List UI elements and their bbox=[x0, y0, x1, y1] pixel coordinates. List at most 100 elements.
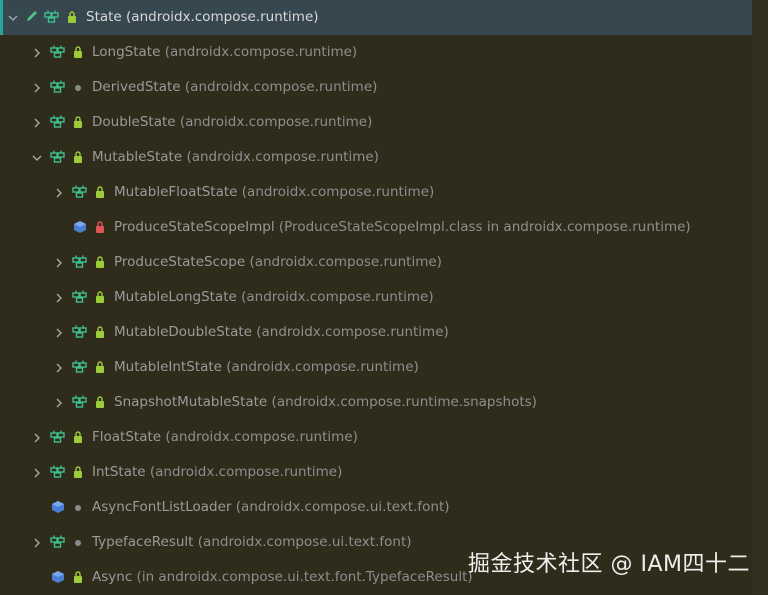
chevron-down-icon[interactable] bbox=[8, 11, 18, 21]
interface-icon bbox=[50, 430, 66, 444]
interface-icon bbox=[72, 290, 88, 304]
type-hierarchy-tree[interactable]: State (androidx.compose.runtime) LongStat… bbox=[0, 0, 752, 594]
tree-item-label: ProduceStateScopeImpl (ProduceStateScope… bbox=[114, 219, 691, 236]
tree-item-label: IntState (androidx.compose.runtime) bbox=[92, 464, 342, 481]
type-name: LongState bbox=[92, 44, 161, 60]
interface-icon bbox=[50, 465, 66, 479]
package-dot-icon bbox=[75, 505, 81, 511]
package-dot-icon bbox=[75, 85, 81, 91]
tree-item-label: AsyncFontListLoader (androidx.compose.ui… bbox=[92, 499, 450, 516]
chevron-right-icon[interactable] bbox=[54, 361, 64, 373]
interface-icon bbox=[72, 360, 88, 374]
class-icon bbox=[51, 570, 65, 584]
chevron-right-icon[interactable] bbox=[54, 186, 64, 198]
type-name: Async bbox=[92, 569, 133, 585]
chevron-down-icon[interactable] bbox=[32, 151, 42, 161]
chevron-right-icon[interactable] bbox=[32, 81, 42, 93]
public-lock-icon bbox=[67, 10, 77, 24]
type-name: SnapshotMutableState bbox=[114, 394, 268, 410]
tree-item-label: MutableLongState (androidx.compose.runti… bbox=[114, 289, 434, 306]
interface-icon bbox=[72, 185, 88, 199]
type-package: (androidx.compose.ui.text.font) bbox=[235, 499, 450, 515]
tree-item-label: Async (in androidx.compose.ui.text.font.… bbox=[92, 569, 473, 586]
public-lock-icon bbox=[95, 290, 105, 304]
chevron-right-icon[interactable] bbox=[32, 466, 42, 478]
type-name: DerivedState bbox=[92, 79, 181, 95]
type-name: MutableState bbox=[92, 149, 183, 165]
chevron-right-icon[interactable] bbox=[54, 256, 64, 268]
public-lock-icon bbox=[73, 150, 83, 164]
type-package: (androidx.compose.runtime) bbox=[149, 464, 343, 480]
tree-item-label: DerivedState (androidx.compose.runtime) bbox=[92, 79, 377, 96]
package-dot-icon bbox=[75, 540, 81, 546]
tree-item-mutablefloatstate[interactable]: MutableFloatState (androidx.compose.runt… bbox=[0, 175, 752, 210]
tree-item-producestatescopeimpl[interactable]: ProduceStateScopeImpl (ProduceStateScope… bbox=[0, 210, 752, 245]
type-package: (androidx.compose.runtime) bbox=[241, 289, 434, 305]
tree-item-state[interactable]: State (androidx.compose.runtime) bbox=[0, 0, 752, 35]
type-package: (androidx.compose.runtime) bbox=[241, 184, 435, 200]
type-package: (androidx.compose.runtime) bbox=[165, 429, 358, 445]
type-name: ProduceStateScopeImpl bbox=[114, 219, 275, 235]
tree-item-mutablestate[interactable]: MutableState (androidx.compose.runtime) bbox=[0, 140, 752, 175]
chevron-right-icon[interactable] bbox=[32, 431, 42, 443]
public-lock-icon bbox=[73, 465, 83, 479]
type-name: IntState bbox=[92, 464, 146, 480]
public-lock-icon bbox=[73, 430, 83, 444]
tree-item-snapshotmutablestate[interactable]: SnapshotMutableState (androidx.compose.r… bbox=[0, 385, 752, 420]
type-name: ProduceStateScope bbox=[114, 254, 246, 270]
type-package: (androidx.compose.runtime) bbox=[249, 254, 442, 270]
type-package: (androidx.compose.runtime) bbox=[256, 324, 449, 340]
tree-item-producestatescope[interactable]: ProduceStateScope (androidx.compose.runt… bbox=[0, 245, 752, 280]
tree-item-mutabledoublestate[interactable]: MutableDoubleState (androidx.compose.run… bbox=[0, 315, 752, 350]
type-name: State bbox=[86, 9, 122, 25]
scrollbar-gutter[interactable] bbox=[752, 0, 768, 594]
chevron-right-icon[interactable] bbox=[54, 396, 64, 408]
type-package: (androidx.compose.runtime) bbox=[179, 114, 373, 130]
public-lock-icon bbox=[95, 395, 105, 409]
chevron-right-icon[interactable] bbox=[32, 46, 42, 58]
chevron-right-icon[interactable] bbox=[54, 291, 64, 303]
tree-item-doublestate[interactable]: DoubleState (androidx.compose.runtime) bbox=[0, 105, 752, 140]
class-icon bbox=[51, 500, 65, 514]
type-name: DoubleState bbox=[92, 114, 176, 130]
interface-icon bbox=[50, 45, 66, 59]
type-package: (androidx.compose.ui.text.font) bbox=[197, 534, 412, 550]
tree-item-derivedstate[interactable]: DerivedState (androidx.compose.runtime) bbox=[0, 70, 752, 105]
tree-item-label: LongState (androidx.compose.runtime) bbox=[92, 44, 357, 61]
tree-item-label: MutableDoubleState (androidx.compose.run… bbox=[114, 324, 449, 341]
tree-item-mutablelongstate[interactable]: MutableLongState (androidx.compose.runti… bbox=[0, 280, 752, 315]
interface-icon bbox=[72, 325, 88, 339]
class-icon bbox=[73, 220, 87, 234]
interface-icon bbox=[50, 80, 66, 94]
selection-indicator bbox=[0, 0, 3, 35]
type-package: (ProduceStateScopeImpl.class in androidx… bbox=[278, 219, 691, 235]
tree-item-mutableintstate[interactable]: MutableIntState (androidx.compose.runtim… bbox=[0, 350, 752, 385]
watermark: 掘金技术社区 @ IAM四十二 bbox=[467, 552, 750, 577]
type-package: (androidx.compose.runtime) bbox=[226, 359, 419, 375]
tree-item-label: MutableFloatState (androidx.compose.runt… bbox=[114, 184, 434, 201]
type-name: TypefaceResult bbox=[92, 534, 194, 550]
tree-item-label: SnapshotMutableState (androidx.compose.r… bbox=[114, 394, 537, 411]
public-lock-icon bbox=[95, 360, 105, 374]
chevron-right-icon[interactable] bbox=[54, 326, 64, 338]
tree-item-label: TypefaceResult (androidx.compose.ui.text… bbox=[92, 534, 412, 551]
chevron-right-icon[interactable] bbox=[32, 536, 42, 548]
interface-icon bbox=[50, 535, 66, 549]
public-lock-icon bbox=[73, 570, 83, 584]
tree-item-floatstate[interactable]: FloatState (androidx.compose.runtime) bbox=[0, 420, 752, 455]
tree-item-intstate[interactable]: IntState (androidx.compose.runtime) bbox=[0, 455, 752, 490]
public-lock-icon bbox=[95, 255, 105, 269]
type-package: (androidx.compose.runtime) bbox=[184, 79, 378, 95]
chevron-right-icon[interactable] bbox=[32, 116, 42, 128]
private-lock-icon bbox=[95, 220, 105, 234]
tree-item-longstate[interactable]: LongState (androidx.compose.runtime) bbox=[0, 35, 752, 70]
tree-item-label: MutableState (androidx.compose.runtime) bbox=[92, 149, 379, 166]
type-package: (in androidx.compose.ui.text.font.Typefa… bbox=[136, 569, 473, 585]
type-package: (androidx.compose.runtime.snapshots) bbox=[271, 394, 537, 410]
tree-item-label: DoubleState (androidx.compose.runtime) bbox=[92, 114, 372, 131]
interface-icon bbox=[50, 115, 66, 129]
interface-icon bbox=[72, 395, 88, 409]
type-package: (androidx.compose.runtime) bbox=[164, 44, 358, 60]
tree-item-asyncfontlistloader[interactable]: AsyncFontListLoader (androidx.compose.ui… bbox=[0, 490, 752, 525]
interface-icon bbox=[72, 255, 88, 269]
